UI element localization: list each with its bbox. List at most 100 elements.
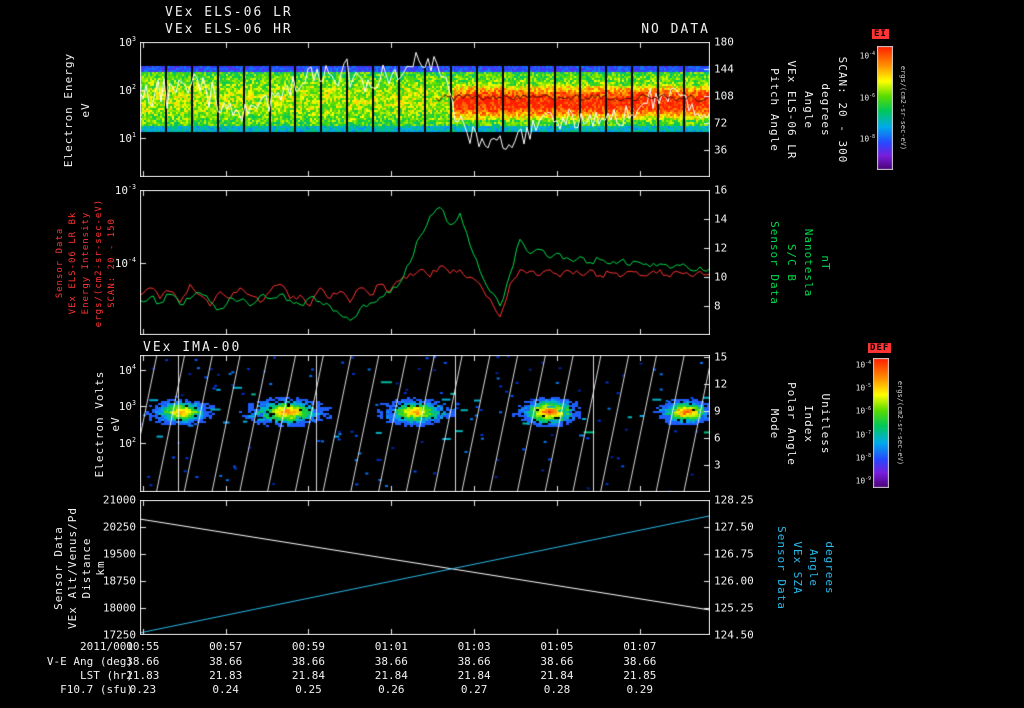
info-row-label: V-E Ang (deg) <box>46 655 133 668</box>
y-axis-title-right: VEx ELS-06 LR <box>785 59 798 160</box>
info-row-value: 21.85 <box>623 669 657 682</box>
vex-summary-plot-page: VEx ELS-06 LR VEx ELS-06 HR NO DATA VEx … <box>0 0 1024 708</box>
no-data-label: NO DATA <box>641 22 710 37</box>
colorbar-tick-label: 10-6 <box>855 406 871 416</box>
info-row-value: 0.29 <box>626 683 654 696</box>
time-tick-label: 01:07 <box>623 640 657 653</box>
info-row-value: 0.25 <box>295 683 322 696</box>
y-axis-tick-label-right: 128.25 <box>714 493 754 507</box>
y-axis-tick-label-right: 144 <box>714 62 734 76</box>
y-axis-title-left: VEx Alt/Venus/Pd <box>66 506 79 629</box>
colorbar-label: DEF <box>868 343 892 353</box>
colorbar-tick-label: 10-9 <box>855 476 871 486</box>
y-axis-tick-label-right: 16 <box>714 183 728 197</box>
y-axis-title-left: eV <box>109 415 122 432</box>
y-axis-tick-label-right: 14 <box>714 212 728 226</box>
y-axis-title-left: eV <box>79 101 92 118</box>
y-axis-tick-label-left: 19500 <box>102 547 136 561</box>
colorbar-gradient <box>877 46 893 170</box>
y-axis-tick-label-left: 10-4 <box>114 255 136 270</box>
y-axis-tick-label-right: 8 <box>714 299 721 313</box>
info-row-value: 38.66 <box>540 655 574 668</box>
info-row-value: 38.66 <box>209 655 243 668</box>
y-axis-title-right: S/C B <box>785 243 798 282</box>
time-tick-label: 00:57 <box>209 640 243 653</box>
info-row-value: 0.23 <box>129 683 157 696</box>
intensity-bfield-line-canvas <box>140 190 710 335</box>
ima-spectrogram-canvas <box>140 355 710 492</box>
y-axis-tick-label-right: 126.75 <box>714 547 754 561</box>
y-axis-title-right: Nanotesla <box>802 228 815 297</box>
y-axis-title-right: Sensor Data <box>768 220 781 305</box>
info-row-value: 38.66 <box>623 655 657 668</box>
time-tick-label: 01:01 <box>374 640 408 653</box>
y-axis-title-right: Unitless <box>819 393 832 454</box>
y-axis-title-right: Polar Angle <box>785 381 798 466</box>
y-axis-tick-label-left: 20250 <box>102 520 136 534</box>
colorbar-tick-label: 10-7 <box>855 430 871 440</box>
y-axis-tick-label-right: 6 <box>714 431 721 445</box>
y-axis-tick-label-right: 12 <box>714 377 728 391</box>
y-axis-title-left: Sensor Data <box>52 525 65 610</box>
time-tick-label: 00:55 <box>126 640 160 653</box>
info-row-value: 21.84 <box>540 669 574 682</box>
y-axis-tick-label-right: 3 <box>714 458 721 472</box>
y-axis-tick-label-left: 21000 <box>102 493 136 507</box>
y-axis-tick-label-right: 15 <box>714 350 728 364</box>
y-axis-title-right: SCAN: 20 - 300 <box>836 56 849 163</box>
colorbar-gradient <box>873 358 889 488</box>
y-axis-tick-label-right: 125.25 <box>714 601 754 615</box>
y-axis-tick-label-left: 104 <box>118 362 136 377</box>
colorbar-tick-label: 10-4 <box>855 360 871 370</box>
y-axis-tick-label-left: 10-3 <box>114 183 136 197</box>
y-axis-tick-label-right: 36 <box>714 143 728 157</box>
y-axis-tick-label-left: 102 <box>118 83 136 98</box>
y-axis-tick-label-right: 12 <box>714 241 728 255</box>
info-row-value: 38.66 <box>374 655 408 668</box>
y-axis-title-left: Sensor Data <box>55 227 65 298</box>
info-row-value: 38.66 <box>457 655 491 668</box>
y-axis-tick-label-left: 101 <box>118 131 136 146</box>
y-axis-title-left: Electron Volts <box>93 370 106 477</box>
y-axis-tick-label-left: 18000 <box>102 601 136 615</box>
info-row-value: 21.84 <box>457 669 491 682</box>
y-axis-title-right: degrees <box>819 82 832 137</box>
y-axis-title-right: degrees <box>823 540 836 595</box>
y-axis-tick-label-right: 180 <box>714 35 734 49</box>
y-axis-tick-label-left: 102 <box>118 435 136 450</box>
y-axis-title-left: VEx ELS-06 LR Bk <box>68 211 78 314</box>
time-tick-label: 01:03 <box>457 640 491 653</box>
els-spectrogram-canvas <box>140 42 710 177</box>
info-row-label: LST (hr) <box>80 669 133 682</box>
y-axis-title-left: km <box>94 559 107 576</box>
info-row-value: 0.24 <box>212 683 239 696</box>
y-axis-title-right: Pitch Angle <box>768 67 781 152</box>
y-axis-tick-label-right: 108 <box>714 89 734 103</box>
y-axis-title-left: Distance <box>80 537 93 598</box>
y-axis-title-right: Angle <box>807 548 820 587</box>
y-axis-title-right: Sensor Data <box>775 525 788 610</box>
colorbar-unit-label: ergs/(cm2-sr-sec-eV) <box>896 380 904 466</box>
y-axis-title-right: Angle <box>802 90 815 129</box>
colorbar-tick-label: 10-8 <box>855 453 871 463</box>
colorbar-tick-label: 10-4 <box>859 51 875 61</box>
info-row-value: 0.28 <box>543 683 571 696</box>
y-axis-tick-label-left: 103 <box>118 399 136 413</box>
time-tick-label: 00:59 <box>291 640 326 653</box>
y-axis-title-left: Energy Intensity <box>81 211 91 314</box>
y-axis-title-left: ergs/(cm2-sr-sec-eV) <box>94 198 104 327</box>
colorbar-unit-label: ergs/(cm2-sr-sec-eV) <box>899 65 907 151</box>
y-axis-tick-label-right: 124.50 <box>714 628 754 642</box>
colorbar-tick-label: 10-6 <box>859 93 875 103</box>
y-axis-title-right: Index <box>802 404 815 443</box>
info-row-value: 38.66 <box>126 655 160 668</box>
info-row-label: F10.7 (sfu) <box>60 683 133 696</box>
panel1-title-els-lr: VEx ELS-06 LR <box>165 5 293 20</box>
y-axis-tick-label-right: 9 <box>714 404 721 418</box>
y-axis-title-right: Mode <box>768 408 781 439</box>
colorbar-tick-label: 10-8 <box>859 134 875 144</box>
panel3-title-ima: VEx IMA-00 <box>143 340 242 355</box>
info-row-value: 21.83 <box>209 669 243 682</box>
y-axis-title-left: Electron Energy <box>62 52 75 167</box>
y-axis-title-left: SCAN: 20 - 150 <box>107 217 117 308</box>
